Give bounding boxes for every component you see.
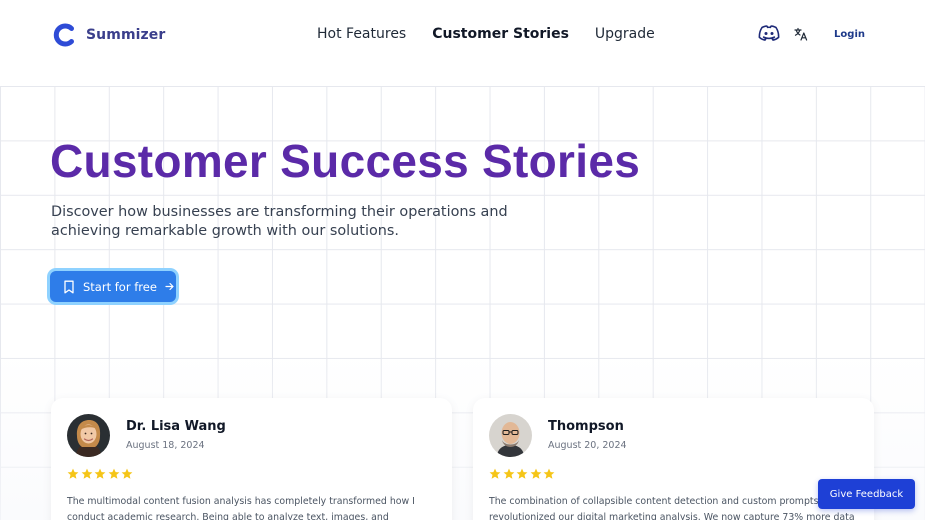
avatar bbox=[489, 414, 532, 457]
star-icon bbox=[489, 468, 501, 479]
arrow-right-icon bbox=[165, 282, 174, 291]
review-date: August 18, 2024 bbox=[126, 440, 205, 451]
header-actions: Login bbox=[758, 24, 865, 44]
main-nav: Hot Features Customer Stories Upgrade bbox=[317, 26, 681, 42]
nav-upgrade[interactable]: Upgrade bbox=[595, 26, 655, 42]
login-link[interactable]: Login bbox=[834, 29, 865, 40]
cta-label: Start for free bbox=[83, 279, 157, 294]
star-icon bbox=[121, 468, 133, 479]
star-rating bbox=[67, 468, 135, 480]
site-header: Summizer Hot Features Customer Stories U… bbox=[0, 0, 925, 86]
review-date: August 20, 2024 bbox=[548, 440, 627, 451]
author-name: Thompson bbox=[548, 419, 624, 434]
avatar-woman-image bbox=[67, 414, 110, 457]
brand-name: Summizer bbox=[86, 27, 166, 43]
avatar-man-image bbox=[489, 414, 532, 457]
avatar bbox=[67, 414, 110, 457]
testimonial-card: Dr. Lisa Wang August 18, 2024 The multim… bbox=[51, 398, 452, 520]
brand[interactable]: Summizer bbox=[52, 22, 165, 48]
discord-button[interactable] bbox=[758, 24, 794, 44]
c-logo-icon bbox=[53, 23, 74, 47]
star-icon bbox=[503, 468, 514, 479]
hero-subtitle: Discover how businesses are transforming… bbox=[51, 204, 508, 239]
star-icon bbox=[543, 468, 555, 479]
star-rating bbox=[489, 468, 557, 480]
testimonial-text: The multimodal content fusion analysis h… bbox=[67, 496, 415, 520]
star-icon bbox=[94, 468, 106, 479]
page-title: Customer Success Stories bbox=[50, 135, 641, 187]
translate-icon bbox=[794, 27, 808, 41]
nav-hot-features[interactable]: Hot Features bbox=[317, 26, 406, 42]
star-icon bbox=[108, 468, 119, 479]
language-button[interactable] bbox=[794, 27, 834, 41]
author-name: Dr. Lisa Wang bbox=[126, 419, 226, 434]
discord-icon bbox=[758, 25, 780, 41]
star-icon bbox=[530, 468, 541, 479]
star-icon bbox=[81, 468, 92, 479]
nav-customer-stories[interactable]: Customer Stories bbox=[432, 26, 569, 42]
give-feedback-button[interactable]: Give Feedback bbox=[818, 479, 915, 509]
star-icon bbox=[516, 468, 528, 479]
star-icon bbox=[67, 468, 79, 479]
testimonial-text: The combination of collapsible content d… bbox=[489, 496, 855, 520]
testimonial-card: Thompson August 20, 2024 The combination… bbox=[473, 398, 874, 520]
bookmark-icon bbox=[64, 280, 74, 293]
start-for-free-button[interactable]: Start for free bbox=[50, 271, 176, 302]
